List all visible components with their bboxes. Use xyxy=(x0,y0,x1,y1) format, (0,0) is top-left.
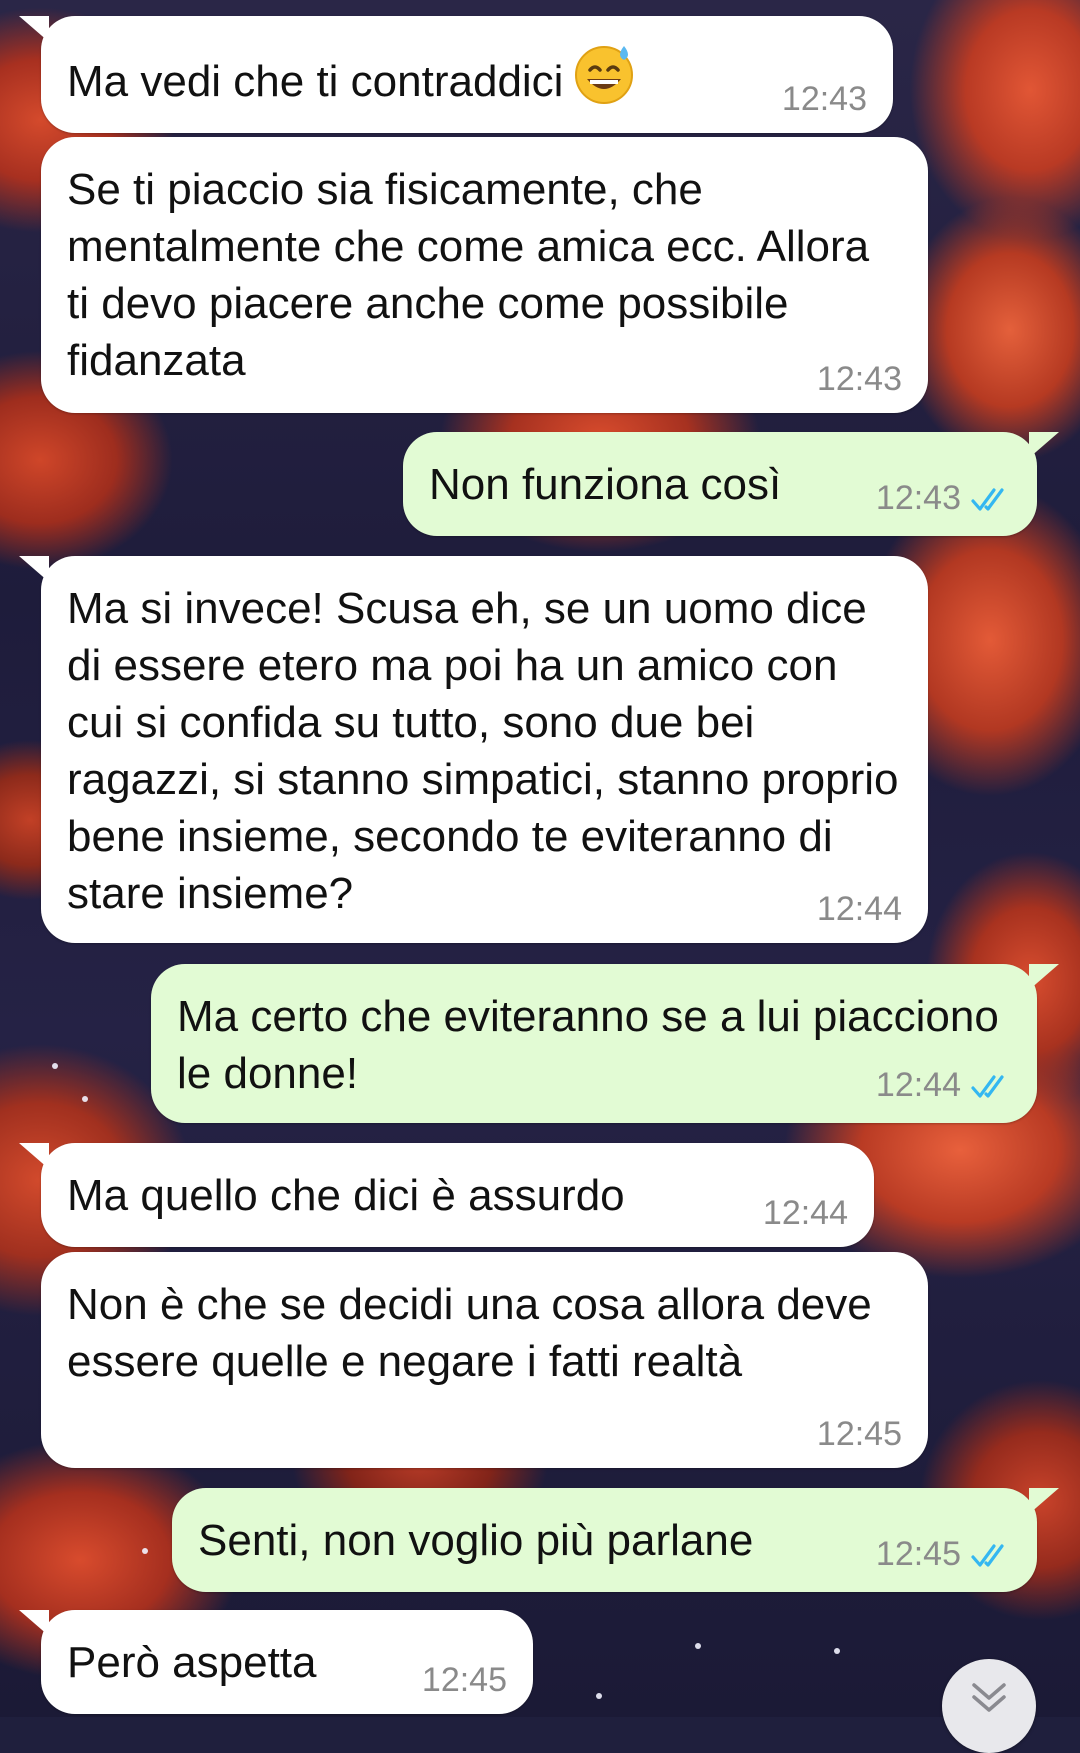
incoming-message[interactable]: Non è che se decidi una cosa allora deve… xyxy=(41,1252,928,1468)
double-check-icon xyxy=(971,1540,1011,1576)
incoming-message[interactable]: Però aspetta 12:45 xyxy=(19,1610,533,1714)
message-text-content: Ma vedi che ti contraddici xyxy=(67,57,564,106)
scroll-to-bottom-button[interactable] xyxy=(942,1659,1036,1753)
message-timestamp: 12:43 xyxy=(816,360,902,398)
double-check-icon xyxy=(971,484,1011,520)
message-text: Ma vedi che ti contraddici xyxy=(67,40,867,120)
message-timestamp: 12:43 xyxy=(875,479,961,517)
message-list[interactable]: Ma vedi che ti contraddici 12:43 Se ti p… xyxy=(0,0,1080,1753)
incoming-message[interactable]: Ma quello che dici è assurdo 12:44 xyxy=(19,1143,874,1247)
incoming-message[interactable]: Ma vedi che ti contraddici 12:43 xyxy=(19,16,893,133)
message-timestamp: 12:43 xyxy=(781,80,867,118)
message-meta: 12:44 xyxy=(876,1067,1011,1107)
message-timestamp: 12:45 xyxy=(421,1661,507,1699)
message-timestamp: 12:45 xyxy=(875,1535,961,1573)
double-check-icon xyxy=(971,1071,1011,1107)
message-text: Se ti piaccio sia fisicamente, che menta… xyxy=(67,165,882,385)
message-text: Ma si invece! Scusa eh, se un uomo dice … xyxy=(67,584,911,918)
message-text: Ma quello che dici è assurdo xyxy=(67,1171,625,1220)
message-timestamp: 12:45 xyxy=(816,1415,902,1453)
incoming-message[interactable]: Ma si invece! Scusa eh, se un uomo dice … xyxy=(19,556,928,943)
grinning-face-with-sweat-icon xyxy=(571,40,637,120)
message-meta: 12:43 xyxy=(876,480,1011,520)
message-meta: 12:45 xyxy=(876,1536,1011,1576)
message-timestamp: 12:44 xyxy=(762,1194,848,1232)
outgoing-message[interactable]: Ma certo che eviteranno se a lui piaccio… xyxy=(151,964,1059,1123)
message-timestamp: 12:44 xyxy=(875,1066,961,1104)
message-text: Non è che se decidi una cosa allora deve… xyxy=(67,1280,884,1386)
outgoing-message[interactable]: Senti, non voglio più parlane 12:45 xyxy=(172,1488,1059,1592)
message-timestamp: 12:44 xyxy=(816,890,902,928)
outgoing-message[interactable]: Non funziona così 12:43 xyxy=(403,432,1059,536)
incoming-message[interactable]: Se ti piaccio sia fisicamente, che menta… xyxy=(41,137,928,413)
